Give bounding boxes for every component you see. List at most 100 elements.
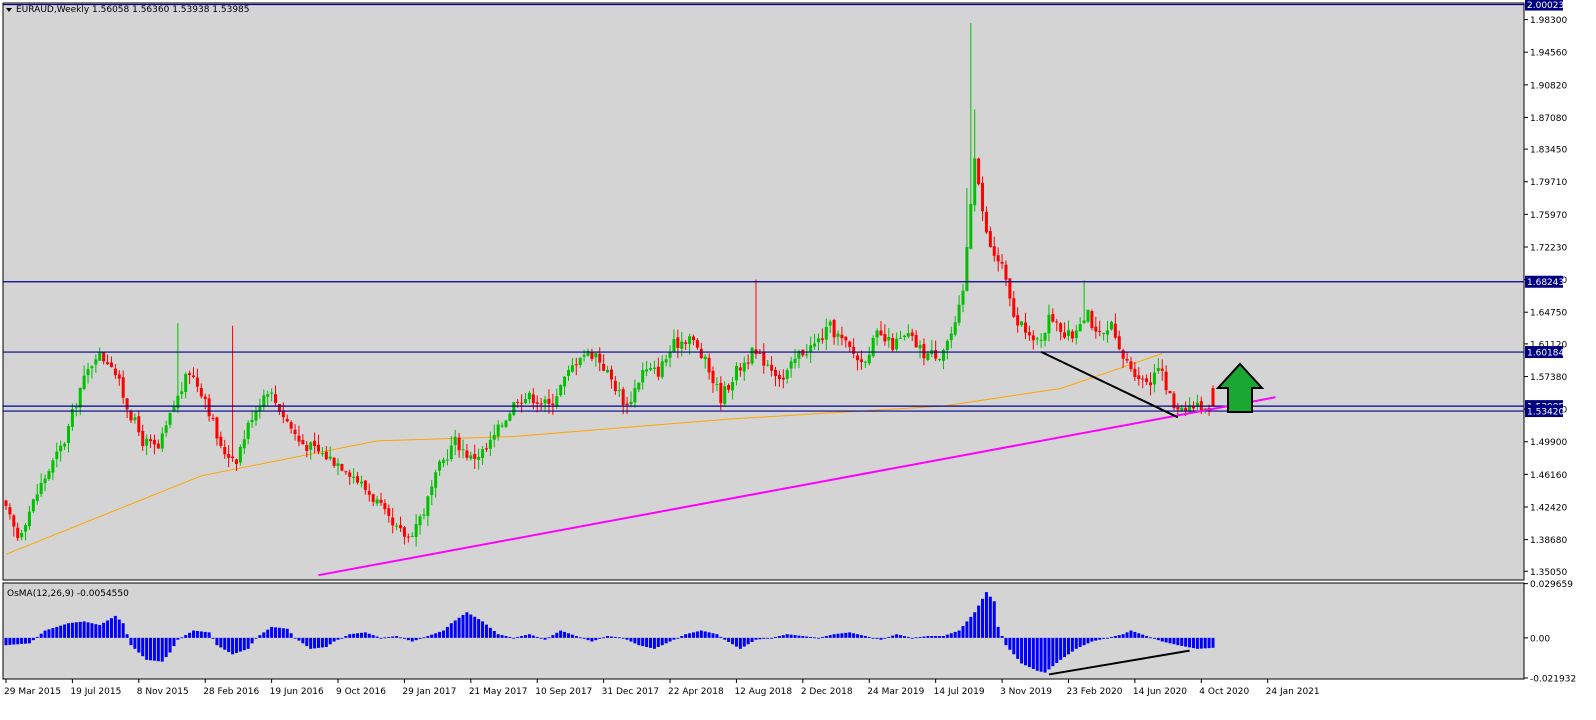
osma-bar	[168, 637, 172, 653]
osma-bar	[1191, 637, 1195, 649]
candle-body	[949, 333, 953, 341]
osma-bar	[113, 615, 117, 638]
candle-body	[731, 381, 735, 391]
osma-bar	[774, 636, 778, 638]
candle-body	[965, 246, 969, 291]
osma-bar	[1027, 637, 1031, 668]
osma-bar	[863, 636, 867, 638]
candle-body	[512, 402, 516, 415]
price-tick-label: 1.83450	[1530, 146, 1567, 156]
osma-bar	[984, 592, 988, 638]
candle-body	[215, 417, 219, 439]
candle-body	[313, 440, 317, 447]
osma-bar	[223, 637, 227, 650]
osma-bar	[12, 637, 16, 645]
candle-body	[859, 359, 863, 362]
candle-body	[707, 357, 711, 373]
osma-bar	[711, 633, 715, 638]
candle-body	[477, 456, 481, 460]
osma-bar	[582, 637, 586, 639]
osma-bar	[1039, 637, 1043, 672]
time-tick-label: 29 Jan 2017	[402, 687, 456, 697]
candle-body	[102, 352, 106, 362]
osma-bar	[746, 637, 750, 645]
osma-bar	[344, 636, 348, 638]
osma-bar	[531, 635, 535, 638]
price-tick-label: 1.46160	[1530, 471, 1567, 481]
osma-bar	[231, 637, 235, 655]
osma-bar	[887, 636, 891, 638]
price-tick-label: 1.90820	[1530, 81, 1567, 91]
osma-bar	[914, 637, 918, 639]
osma-bar	[703, 631, 707, 638]
candle-body	[266, 394, 270, 397]
candle-body	[539, 403, 543, 405]
chart-svg: EURAUD,Weekly 1.56058 1.56360 1.53938 1.…	[2, 0, 1576, 697]
candle-body	[234, 459, 238, 464]
candle-body	[781, 377, 785, 380]
osma-bar	[500, 635, 504, 638]
candle-body	[871, 337, 875, 357]
candle-body	[481, 449, 485, 459]
candle-body	[727, 385, 731, 390]
osma-bar	[1199, 637, 1203, 649]
candle-body	[227, 454, 231, 458]
osma-bar	[637, 637, 641, 646]
osma-bar	[1102, 637, 1106, 639]
osma-bar	[293, 637, 297, 639]
candle-body	[406, 536, 410, 538]
osma-bar	[1133, 631, 1137, 638]
candle-body	[1086, 309, 1090, 322]
candle-body	[777, 375, 781, 380]
osma-bar	[387, 636, 391, 638]
osma-bar	[652, 637, 656, 649]
candle-body	[957, 304, 961, 323]
candle-body	[473, 454, 477, 460]
candle-body	[31, 499, 35, 512]
osma-bar	[606, 636, 610, 638]
price-tick-label: 1.79710	[1530, 178, 1567, 188]
osma-bar	[274, 627, 278, 638]
candle-body	[676, 337, 680, 348]
osma-bar	[125, 634, 129, 638]
candle-body	[969, 204, 973, 249]
candle-body	[453, 436, 457, 446]
osma-bar	[836, 633, 840, 638]
candle-body	[684, 342, 688, 344]
osma-bar	[590, 637, 594, 642]
osma-bar	[508, 636, 512, 638]
candle-body	[47, 471, 51, 479]
osma-bar	[430, 634, 434, 638]
osma-bar	[20, 637, 24, 644]
candle-body	[504, 420, 508, 427]
osma-bar	[1094, 637, 1098, 641]
time-tick-label: 3 Nov 2019	[1000, 687, 1052, 697]
candle-body	[820, 338, 824, 340]
osma-bar	[547, 637, 551, 639]
candle-body	[465, 450, 469, 458]
candle-body	[551, 403, 555, 405]
candle-body	[20, 532, 24, 538]
osma-bar	[188, 632, 192, 638]
candle-body	[242, 439, 246, 449]
candle-body	[1109, 321, 1113, 330]
osma-bar	[754, 637, 758, 640]
candle-body	[1047, 314, 1051, 334]
candle-body	[1094, 326, 1098, 332]
candle-body	[559, 384, 563, 396]
candle-body	[633, 388, 637, 403]
candle-body	[434, 472, 438, 488]
osma-bar	[379, 637, 383, 639]
osma-bar	[1141, 634, 1145, 638]
candle-body	[691, 336, 695, 341]
candle-body	[1141, 378, 1145, 380]
osma-bar	[574, 636, 578, 638]
candle-body	[1098, 330, 1102, 332]
candle-body	[78, 388, 82, 408]
candle-body	[301, 440, 305, 445]
candle-body	[836, 333, 840, 337]
candle-body	[1145, 378, 1149, 382]
osma-bar	[1149, 637, 1153, 639]
osma-bar	[1051, 637, 1055, 667]
osma-bar	[695, 631, 699, 638]
